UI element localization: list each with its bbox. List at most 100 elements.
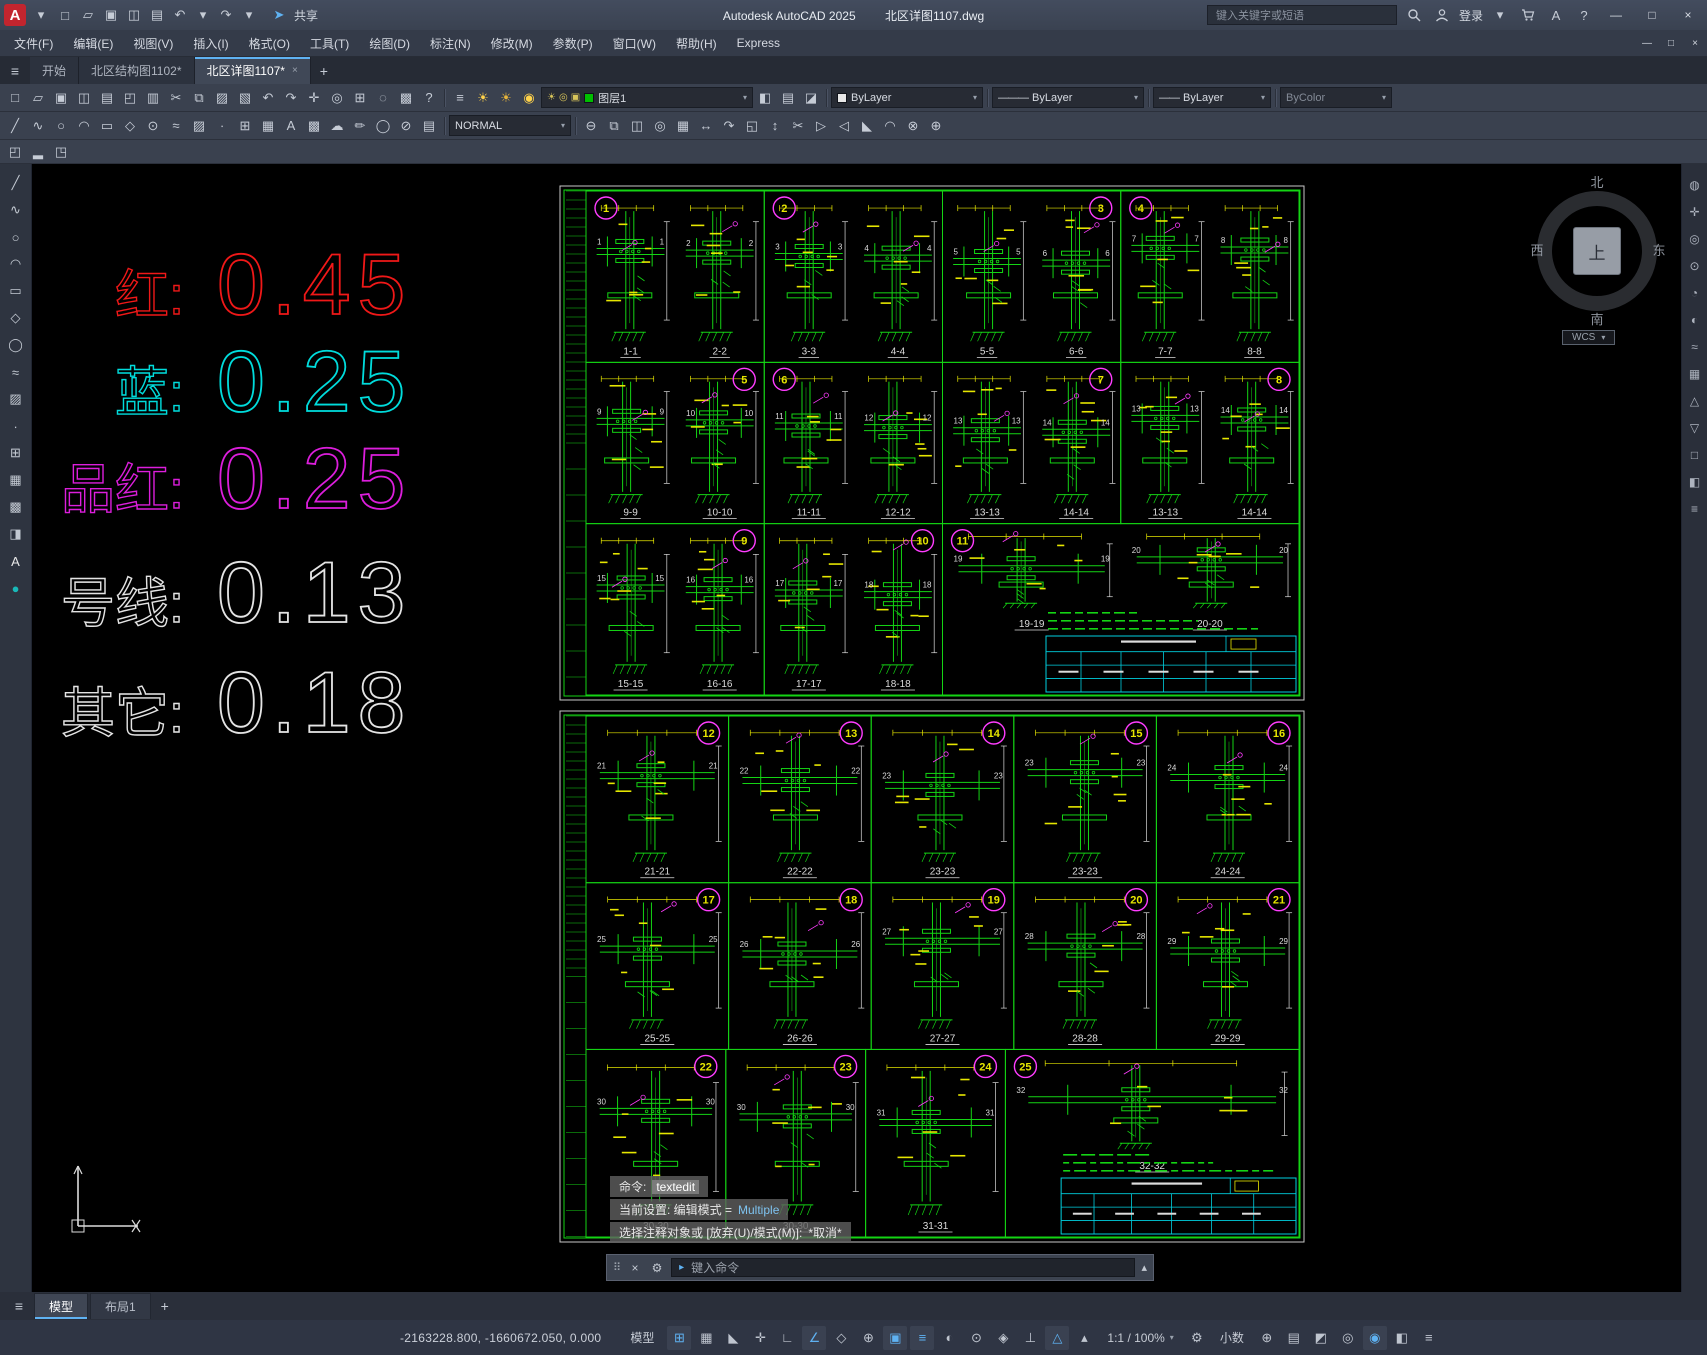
join-icon[interactable]: ⊕ [925, 115, 947, 137]
viewcube-top-face[interactable]: 上 [1573, 227, 1621, 275]
lock-ui-icon[interactable]: ◩ [1309, 1326, 1333, 1350]
zoom-realtime-icon[interactable]: ◎ [326, 87, 348, 109]
plot-preview-icon[interactable]: ◰ [119, 87, 141, 109]
command-input[interactable]: ▸ 键入命令 [671, 1258, 1136, 1277]
draw-polyline-icon[interactable]: ∿ [27, 115, 49, 137]
annotation-monitor-icon[interactable]: ⊕ [1255, 1326, 1279, 1350]
menu-item[interactable]: 格式(O) [239, 30, 300, 56]
help-icon[interactable]: ? [418, 87, 440, 109]
detail-cell[interactable]: 19 1919-1920 2020-2011 [942, 523, 1300, 696]
menu-item[interactable]: 帮助(H) [666, 30, 727, 56]
detail-cell[interactable]: 25 25 25-25 17 [585, 882, 730, 1050]
gradient-icon[interactable]: ◨ [5, 523, 27, 545]
menu-item[interactable]: Express [727, 30, 790, 56]
detail-cell[interactable]: 17 17 17-17 18 18 18-18 10 [763, 523, 943, 696]
annotation-visibility-icon[interactable]: △ [1045, 1325, 1070, 1350]
command-bar-grip[interactable]: ⠿ [613, 1261, 621, 1274]
layer-lock-icon[interactable]: ◉ [518, 87, 540, 109]
color-dot-icon[interactable]: ● [5, 577, 27, 599]
qat-new-icon[interactable]: □ [54, 4, 76, 26]
draw-point-icon[interactable]: ∙ [211, 115, 233, 137]
help-icon[interactable]: ? [1573, 4, 1595, 26]
qat-save-as-icon[interactable]: ◫ [123, 4, 145, 26]
doc-close-button[interactable]: × [1683, 33, 1707, 53]
legend-value[interactable]: 0.18 [216, 654, 412, 752]
dynamic-ucs-icon[interactable]: ⊥ [1018, 1326, 1042, 1350]
block-icon[interactable]: ⊞ [5, 442, 27, 464]
model-space-toggle[interactable]: 模型 [630, 1329, 654, 1346]
extend-icon[interactable]: ▷ [810, 115, 832, 137]
rectangle-icon[interactable]: ▭ [5, 280, 27, 302]
menu-item[interactable]: 编辑(E) [63, 30, 123, 56]
detail-cell[interactable]: 28 28 28-28 20 [1013, 882, 1157, 1050]
scale-icon[interactable]: ◱ [741, 115, 763, 137]
menu-item[interactable]: 文件(F) [4, 30, 63, 56]
doc-tab[interactable]: 北区详图1107* × [194, 57, 311, 84]
search-icon[interactable] [1403, 4, 1425, 26]
menu-item[interactable]: 标注(N) [420, 30, 481, 56]
file-tabs-menu-icon[interactable]: ≡ [0, 57, 30, 84]
qat-plot-icon[interactable]: ▤ [146, 4, 168, 26]
new-layout-button[interactable]: + [153, 1298, 177, 1314]
autodesk-access-icon[interactable]: A [1545, 4, 1567, 26]
style-dropdown[interactable]: NORMAL ▾ [449, 115, 571, 136]
insert-block-icon[interactable]: ⊞ [234, 115, 256, 137]
detail-cell[interactable]: 13 13 13-13 14 14 14-14 8 [1120, 361, 1300, 525]
menu-item[interactable]: 参数(P) [543, 30, 603, 56]
draw-spline-icon[interactable]: ≈ [165, 115, 187, 137]
detail-cell[interactable]: 15 15 15-15 16 16 16-16 9 [585, 523, 765, 696]
object-snap-tracking-icon[interactable]: ⊕ [856, 1326, 880, 1350]
full-navigation-wheel-icon[interactable]: ◍ [1686, 176, 1704, 194]
isolate-objects-icon[interactable]: ◎ [1336, 1326, 1360, 1350]
circle-icon[interactable]: ○ [5, 226, 27, 248]
draw-arc-icon[interactable]: ◠ [73, 115, 95, 137]
login-button[interactable]: 登录 [1459, 7, 1483, 24]
grid-display-icon[interactable]: ⊞ [667, 1325, 692, 1350]
search-input[interactable]: 键入关键字或短语 [1206, 5, 1397, 25]
nav-box-icon[interactable]: □ [1686, 446, 1704, 464]
menu-item[interactable]: 修改(M) [481, 30, 543, 56]
detail-cell[interactable]: 27 27 27-27 19 [870, 882, 1015, 1050]
zoom-previous-icon[interactable]: ◌ [372, 87, 394, 109]
polar-tracking-icon[interactable]: ∠ [802, 1325, 827, 1350]
nav-up-icon[interactable]: △ [1686, 392, 1704, 410]
legend-value[interactable]: 0.13 [216, 544, 412, 642]
draw-circle-icon[interactable]: ○ [50, 115, 72, 137]
draw-text-icon[interactable]: A [280, 115, 302, 137]
rotate-icon[interactable]: ↷ [718, 115, 740, 137]
legend-label[interactable]: 品红: [60, 459, 184, 520]
polyline-icon[interactable]: ∿ [5, 199, 27, 221]
zoom-tool-icon[interactable]: ◎ [1686, 230, 1704, 248]
layout-tab[interactable]: 布局1 [90, 1293, 151, 1319]
menu-item[interactable]: 绘图(D) [359, 30, 420, 56]
qat-redo-caret-icon[interactable]: ▾ [238, 4, 260, 26]
detail-cell[interactable]: 13 13 13-13 14 14 14-14 7 [942, 361, 1122, 525]
legend-value[interactable]: 0.25 [216, 430, 412, 528]
draw-donut-icon[interactable]: ⊙ [142, 115, 164, 137]
command-bar[interactable]: ⠿ × ⚙ ▸ 键入命令 ▴ [606, 1254, 1154, 1281]
doc-restore-button[interactable]: □ [1659, 33, 1683, 53]
detail-cell[interactable]: 31 31 31-31 24 [865, 1048, 1006, 1238]
detail-cell[interactable]: 23 23 23-23 14 [870, 715, 1015, 884]
autocad-logo[interactable]: A [4, 4, 26, 26]
line-icon[interactable]: ╱ [5, 172, 27, 194]
qat-undo-icon[interactable]: ↶ [169, 4, 191, 26]
viewcube-south-label[interactable]: 南 [1524, 309, 1670, 328]
legend-label[interactable]: 号线: [60, 573, 184, 634]
dynamic-input-icon[interactable]: ✛ [748, 1326, 772, 1350]
match-properties-icon[interactable]: ▧ [234, 87, 256, 109]
nav-half-icon[interactable]: ◧ [1686, 473, 1704, 491]
copy-object-icon[interactable]: ⧉ [603, 115, 625, 137]
customization-icon[interactable]: ≡ [1417, 1326, 1441, 1350]
menu-item[interactable]: 工具(T) [300, 30, 359, 56]
redo-icon[interactable]: ↷ [280, 87, 302, 109]
draw-polygon-icon[interactable]: ◇ [119, 115, 141, 137]
drawing-canvas[interactable]: 红: 0.45 蓝: 0.25 品红: 0.25 号线: 0.13 其它: 0.18 1 1 1-1 2 2… [32, 164, 1681, 1292]
plotstyle-dropdown[interactable]: ByColor ▾ [1280, 87, 1392, 108]
undo-icon[interactable]: ↶ [257, 87, 279, 109]
legend-value[interactable]: 0.45 [216, 236, 412, 334]
stretch-icon[interactable]: ↕ [764, 115, 786, 137]
ellipse-icon[interactable]: ◯ [5, 334, 27, 356]
command-close-icon[interactable]: × [627, 1261, 643, 1275]
edit-pencil-icon[interactable]: ✏ [349, 115, 371, 137]
